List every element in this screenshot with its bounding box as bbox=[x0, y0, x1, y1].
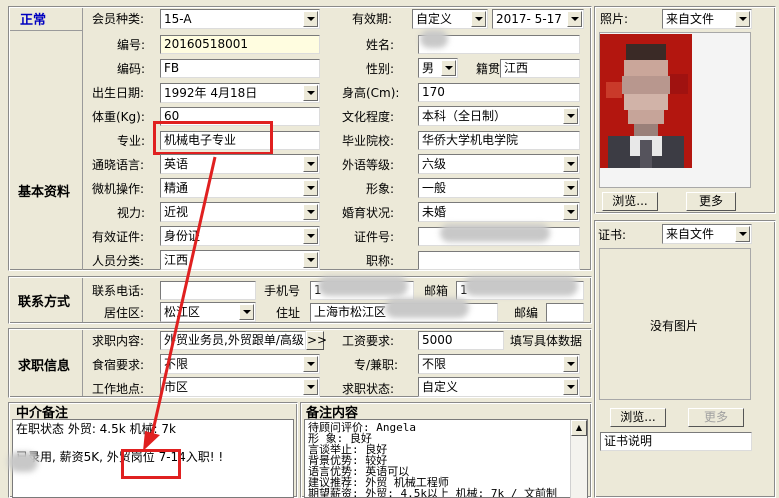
annotation-arrow bbox=[143, 156, 217, 451]
member-profile-window: 正常 基本资料 会员种类: 15-A 有效期: 自定义 2017- 5-17 编… bbox=[0, 0, 779, 498]
